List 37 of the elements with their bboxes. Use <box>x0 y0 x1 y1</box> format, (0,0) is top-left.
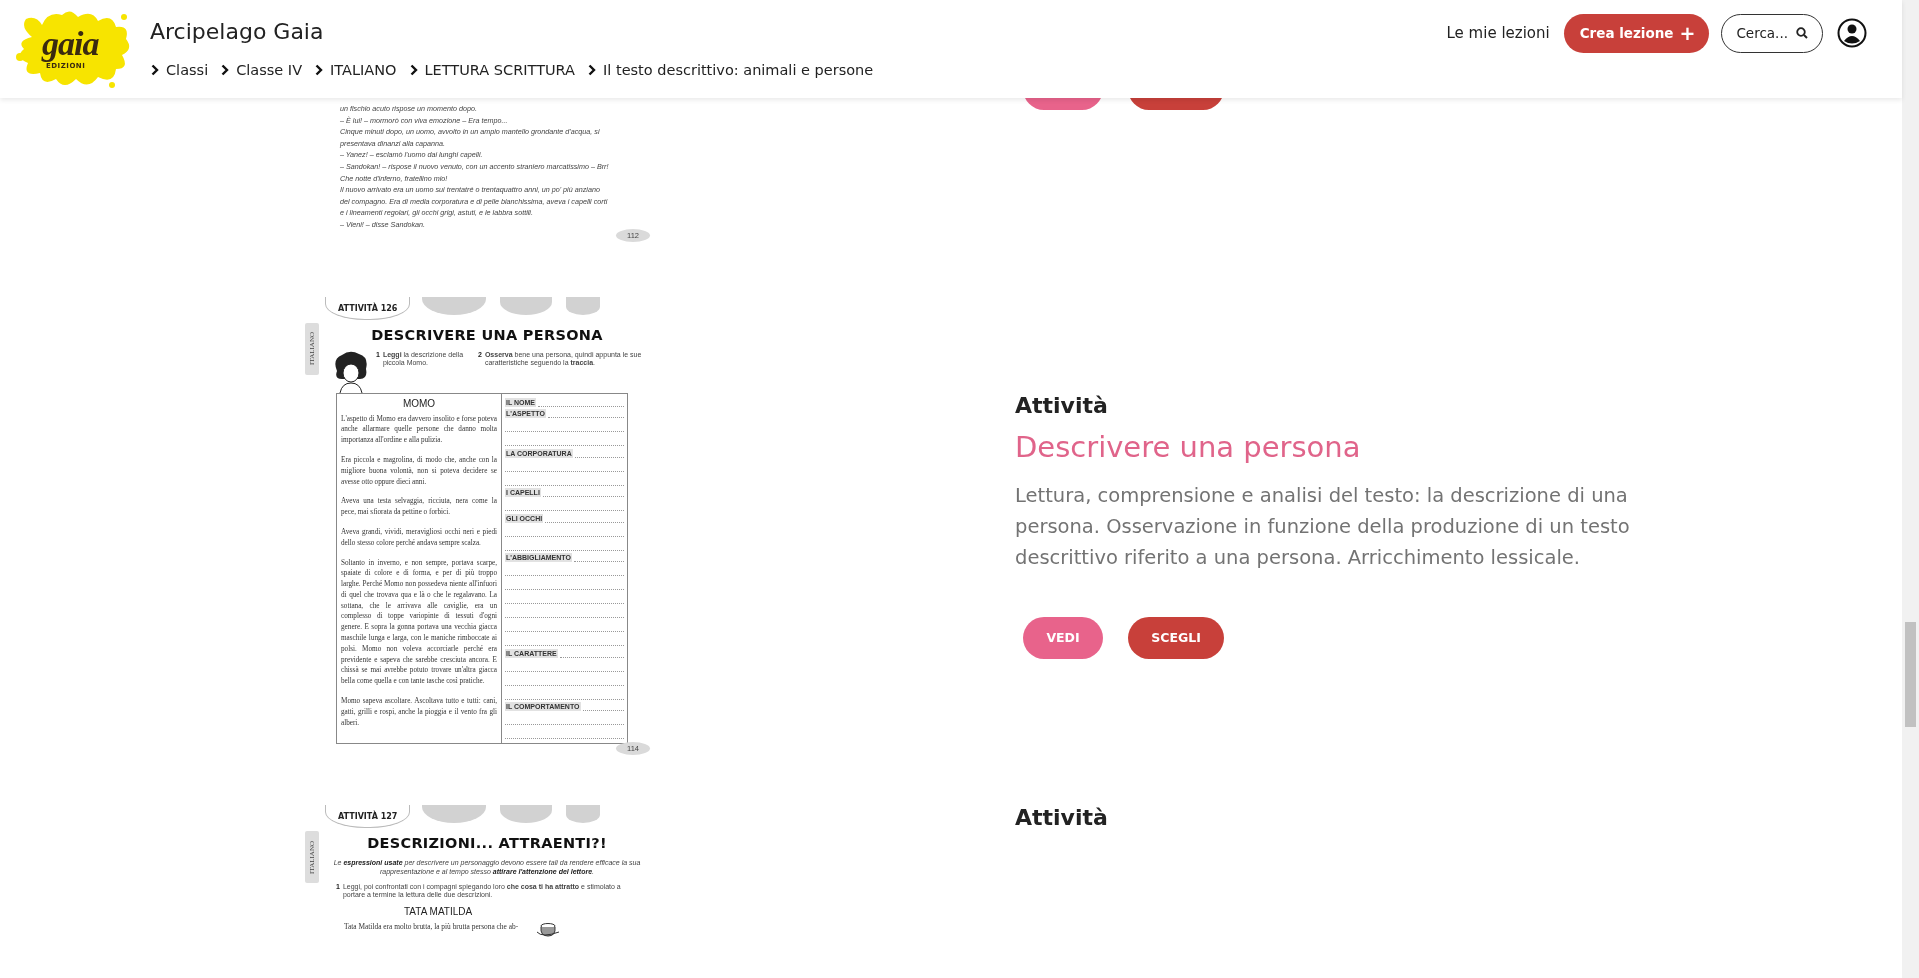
chevron-icon <box>314 64 325 76</box>
activity-label: Attività <box>1015 805 1109 831</box>
scrollbar-thumb[interactable] <box>1905 622 1916 727</box>
activity-label: Attività <box>1015 393 1109 418</box>
activity-tag: ATTIVITÀ 127 <box>325 805 411 829</box>
story-title: TATA MATILDA <box>404 905 473 917</box>
my-lessons-link[interactable]: Le mie lezioni <box>1446 24 1550 42</box>
breadcrumb-link[interactable]: LETTURA SCRITTURA <box>424 62 576 78</box>
logo-text: gaia <box>42 27 99 61</box>
activity-description: Lettura, comprensione e analisi del testo: la descrizione di una persona. Osservazione in funzione della produzione di un testo descrittivo riferito a una persona. Arricchimento lessicale. <box>1015 483 1631 571</box>
create-lesson-button[interactable]: Crea lezione + <box>1563 13 1710 53</box>
activity-title: Descrivere una persona <box>1015 430 1362 464</box>
breadcrumb-link[interactable]: Classe IV <box>236 62 303 78</box>
tab-shape <box>566 296 601 315</box>
search-button[interactable]: Cerca... <box>1721 13 1823 53</box>
chevron-icon <box>587 64 598 76</box>
site-title: Arcipelago Gaia <box>150 18 325 46</box>
tab-shape <box>566 805 601 824</box>
choose-button[interactable]: SCEGLI <box>1128 617 1224 659</box>
story-title: MOMO <box>401 397 437 409</box>
user-avatar-icon[interactable] <box>1837 18 1867 48</box>
search-icon <box>1796 27 1808 39</box>
breadcrumb-link[interactable]: Il testo descrittivo: animali e persone <box>603 62 874 78</box>
worksheet-title: DESCRIZIONI... ATTRAENTI?! <box>366 835 608 852</box>
breadcrumb-link[interactable]: Classi <box>166 62 209 78</box>
worksheet-title: DESCRIVERE UNA PERSONA <box>370 326 604 343</box>
breadcrumb-link[interactable]: ITALIANO <box>330 62 397 78</box>
tab-shape <box>422 296 487 315</box>
tab-shape <box>500 805 553 824</box>
teapot-drawing <box>536 921 561 938</box>
tab-shape <box>500 296 553 315</box>
chevron-icon <box>408 64 419 76</box>
girl-figure-drawing <box>332 350 370 393</box>
activity-tag: ATTIVITÀ 126 <box>325 296 411 320</box>
tab-shape <box>422 805 487 824</box>
chevron-icon <box>150 64 160 76</box>
chevron-icon <box>220 64 231 76</box>
